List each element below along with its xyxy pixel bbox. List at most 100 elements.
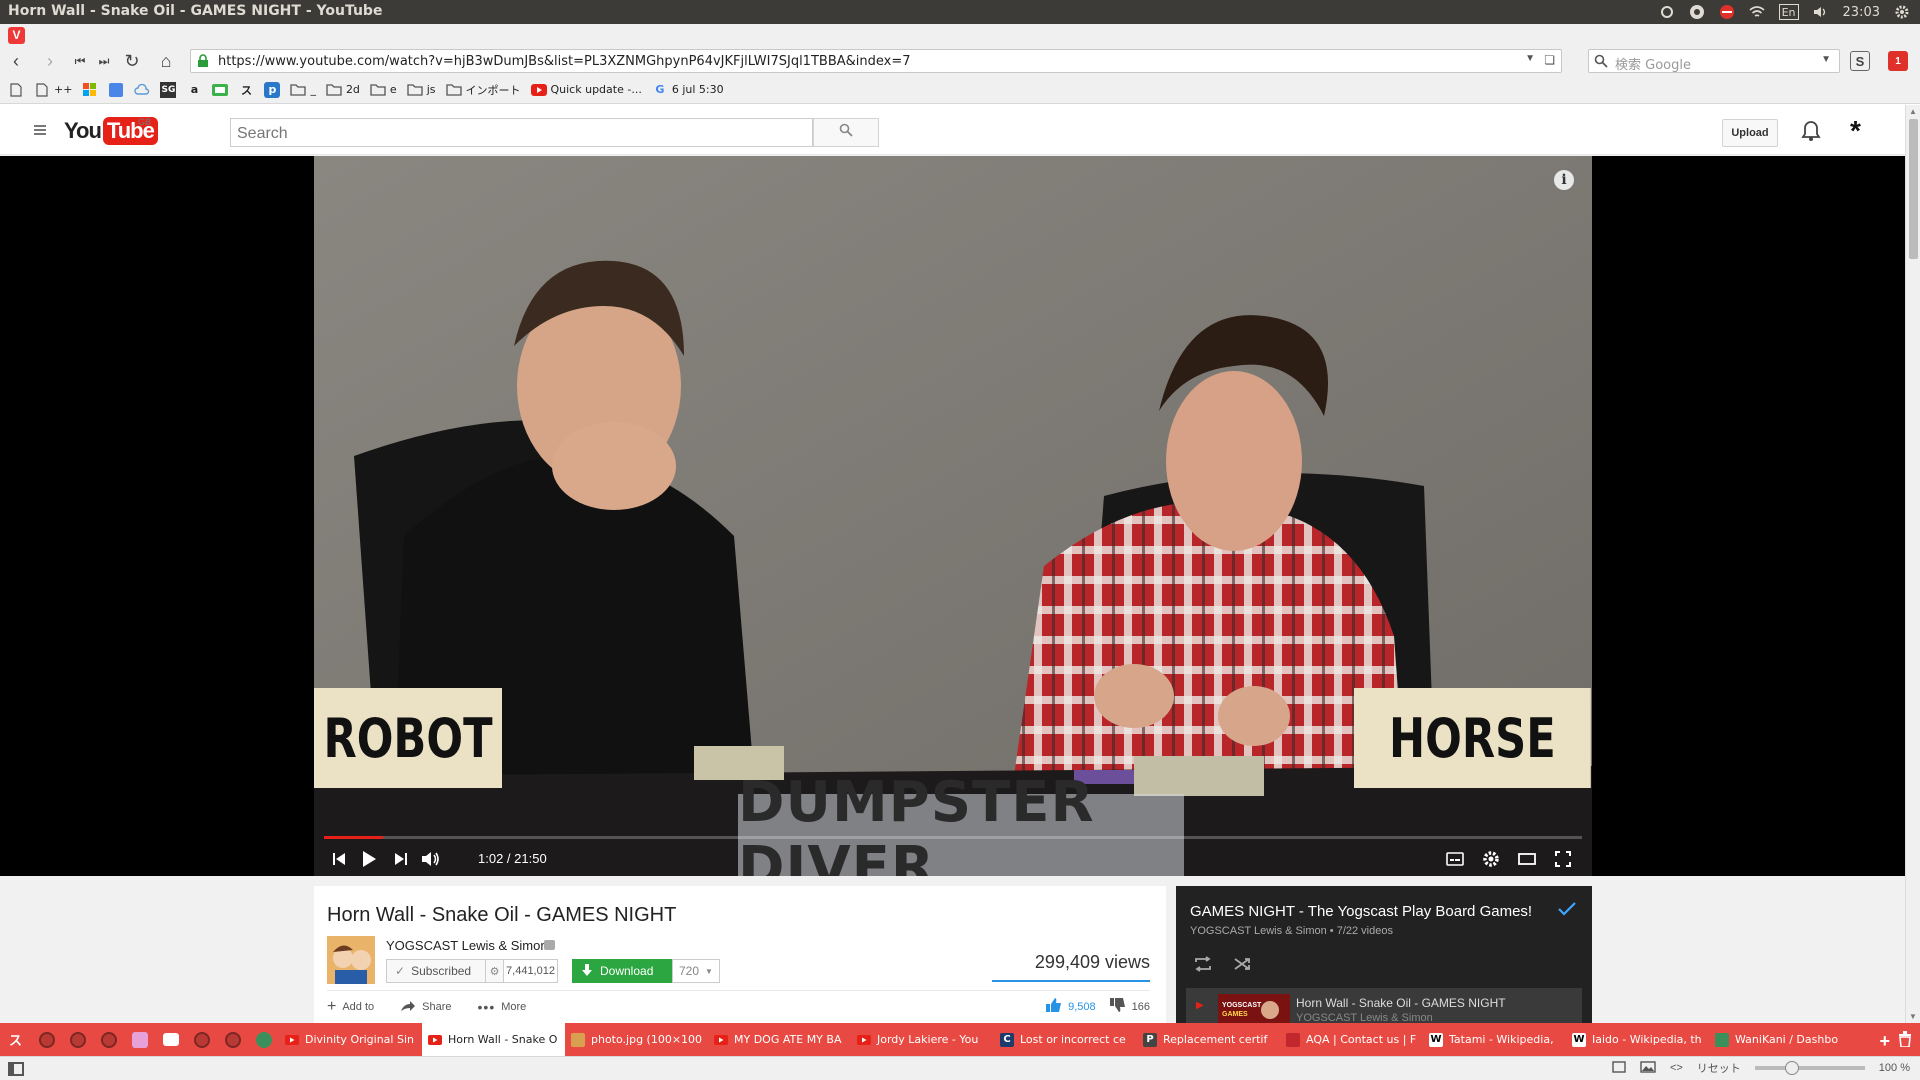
zoom-slider-knob[interactable]	[1784, 1061, 1799, 1075]
like-button[interactable]: 9,508	[1046, 998, 1096, 1015]
subscription-settings-icon[interactable]: ⚙	[486, 959, 504, 983]
trash-icon[interactable]	[1898, 1031, 1912, 1052]
extension-s-icon[interactable]: S	[1850, 51, 1870, 71]
browser-tab[interactable]: WaniKani / Dashbo	[1709, 1023, 1852, 1056]
browser-tab[interactable]: P Replacement certif	[1137, 1023, 1280, 1056]
forward-icon[interactable]: ›	[40, 51, 60, 71]
youtube-search-input[interactable]: Search	[230, 118, 813, 147]
download-button[interactable]: Download	[572, 959, 672, 983]
pinned-tab[interactable]	[217, 1023, 248, 1056]
bookmark-item[interactable]: G 6 jul 5:30	[650, 80, 726, 100]
play-icon[interactable]	[358, 848, 380, 870]
bookmark-item[interactable]: ++	[32, 80, 74, 100]
pinned-tab[interactable]	[93, 1023, 124, 1056]
pinned-tab[interactable]	[186, 1023, 217, 1056]
vivaldi-menu-icon[interactable]: V	[8, 27, 25, 44]
fast-forward-icon[interactable]: ⏭	[94, 51, 114, 71]
bookmark-item[interactable]	[210, 80, 230, 100]
loop-icon[interactable]	[1194, 956, 1212, 977]
playlist-item-current[interactable]: ▶ YOGSCAST GAMES Horn Wall - Snake Oil - …	[1186, 988, 1582, 1023]
pinned-tab-kana[interactable]: ス	[0, 1023, 31, 1056]
bookmark-item[interactable]: js	[405, 80, 438, 100]
reload-icon[interactable]: ↻	[122, 51, 142, 71]
extension-badge-icon[interactable]: 1	[1888, 51, 1908, 71]
account-avatar[interactable]: *	[1850, 115, 1861, 147]
volume-icon[interactable]	[420, 848, 442, 870]
address-bar[interactable]: https://www.youtube.com/watch?v=hjB3wDum…	[190, 49, 1562, 73]
update-icon[interactable]	[1689, 4, 1705, 20]
pinned-tab[interactable]	[62, 1023, 93, 1056]
theater-mode-icon[interactable]	[1516, 848, 1538, 870]
browser-tab[interactable]: W Tatami - Wikipedia,	[1423, 1023, 1566, 1056]
progress-bar[interactable]	[324, 836, 1582, 839]
bookmark-item[interactable]	[106, 80, 126, 100]
bookmark-item[interactable]: ス	[236, 80, 256, 100]
info-icon[interactable]: i	[1554, 170, 1574, 190]
bookmark-item[interactable]: _	[288, 80, 318, 100]
browser-tab[interactable]: Divinity Original Sin	[279, 1023, 422, 1056]
page-scrollbar[interactable]: ▲ ▼	[1905, 105, 1920, 1023]
add-to-button[interactable]: + Add to	[327, 998, 374, 1016]
browser-tab[interactable]: AQA | Contact us | F	[1280, 1023, 1423, 1056]
bookmark-item[interactable]: Quick update -...	[529, 80, 644, 100]
scroll-up-icon[interactable]: ▲	[1909, 107, 1917, 116]
upload-button[interactable]: Upload	[1722, 119, 1778, 147]
keyboard-layout-indicator[interactable]: En	[1778, 4, 1799, 20]
tile-icon[interactable]	[1612, 1060, 1626, 1076]
playlist-title[interactable]: GAMES NIGHT - The Yogscast Play Board Ga…	[1190, 903, 1532, 920]
dislike-button[interactable]: 166	[1109, 998, 1150, 1015]
fullscreen-icon[interactable]	[1552, 848, 1574, 870]
next-icon[interactable]	[390, 848, 412, 870]
scroll-down-icon[interactable]: ▼	[1909, 1012, 1917, 1021]
url-dropdown-icon[interactable]: ▼	[1525, 53, 1535, 64]
sync-icon[interactable]	[1659, 4, 1675, 20]
scroll-thumb[interactable]	[1909, 119, 1918, 259]
bookmark-item[interactable]: p	[262, 80, 282, 100]
bookmark-item[interactable]: 2d	[324, 80, 362, 100]
captions-icon[interactable]	[1444, 848, 1466, 870]
playlist-saved-check-icon[interactable]	[1558, 902, 1576, 921]
bookmark-item[interactable]: SG	[158, 80, 178, 100]
bookmark-item[interactable]	[132, 80, 152, 100]
youtube-search-button[interactable]	[813, 118, 879, 147]
browser-search-field[interactable]: 検索 Google ▼	[1588, 49, 1840, 73]
rewind-icon[interactable]: ⏮	[70, 51, 90, 71]
zoom-slider[interactable]	[1754, 1061, 1865, 1075]
shuffle-icon[interactable]	[1234, 956, 1252, 977]
home-icon[interactable]: ⌂	[156, 51, 176, 71]
bookmark-item[interactable]: a	[184, 80, 204, 100]
back-icon[interactable]: ‹	[6, 51, 26, 71]
bookmark-item[interactable]	[6, 80, 26, 100]
bookmark-item[interactable]: インポート	[444, 80, 523, 100]
zoom-reset-button[interactable]: リセット	[1697, 1060, 1741, 1076]
notifications-bell-icon[interactable]	[1801, 120, 1821, 147]
blocked-icon[interactable]	[1719, 4, 1735, 20]
video-frame[interactable]: ROBOT HORSE DUMPSTER DIVER i 1:02 / 21:5…	[314, 156, 1592, 876]
previous-icon[interactable]	[328, 848, 350, 870]
more-button[interactable]: ••• More	[478, 998, 527, 1016]
browser-tab[interactable]: MY DOG ATE MY BA	[708, 1023, 851, 1056]
video-player[interactable]: ROBOT HORSE DUMPSTER DIVER i 1:02 / 21:5…	[0, 156, 1905, 876]
browser-tab[interactable]: Jordy Lakiere - You	[851, 1023, 994, 1056]
bookmark-item[interactable]	[80, 80, 100, 100]
pinned-tab[interactable]	[124, 1023, 155, 1056]
bookmark-icon[interactable]: ❏	[1544, 53, 1555, 67]
volume-icon[interactable]	[1813, 4, 1829, 20]
channel-avatar[interactable]	[327, 936, 375, 984]
browser-tab[interactable]: W Iaido - Wikipedia, th	[1566, 1023, 1709, 1056]
pinned-tab[interactable]	[31, 1023, 62, 1056]
subscribed-button[interactable]: ✓ Subscribed	[386, 959, 486, 983]
channel-name[interactable]: YOGSCAST Lewis & Simon	[386, 938, 548, 953]
page-actions-icon[interactable]: <>	[1670, 1062, 1683, 1074]
bookmark-item[interactable]: e	[368, 80, 399, 100]
clock[interactable]: 23:03	[1843, 5, 1880, 20]
system-gear-icon[interactable]	[1894, 4, 1910, 20]
browser-tab[interactable]: photo.jpg (100×100	[565, 1023, 708, 1056]
wifi-icon[interactable]	[1749, 4, 1765, 20]
settings-gear-icon[interactable]	[1480, 848, 1502, 870]
new-tab-icon[interactable]: +	[1879, 1031, 1890, 1052]
quality-select[interactable]: 720 ▼	[672, 959, 720, 983]
share-button[interactable]: Share	[400, 998, 452, 1016]
pinned-tab[interactable]	[248, 1023, 279, 1056]
browser-tab[interactable]: Horn Wall - Snake O	[422, 1023, 565, 1056]
